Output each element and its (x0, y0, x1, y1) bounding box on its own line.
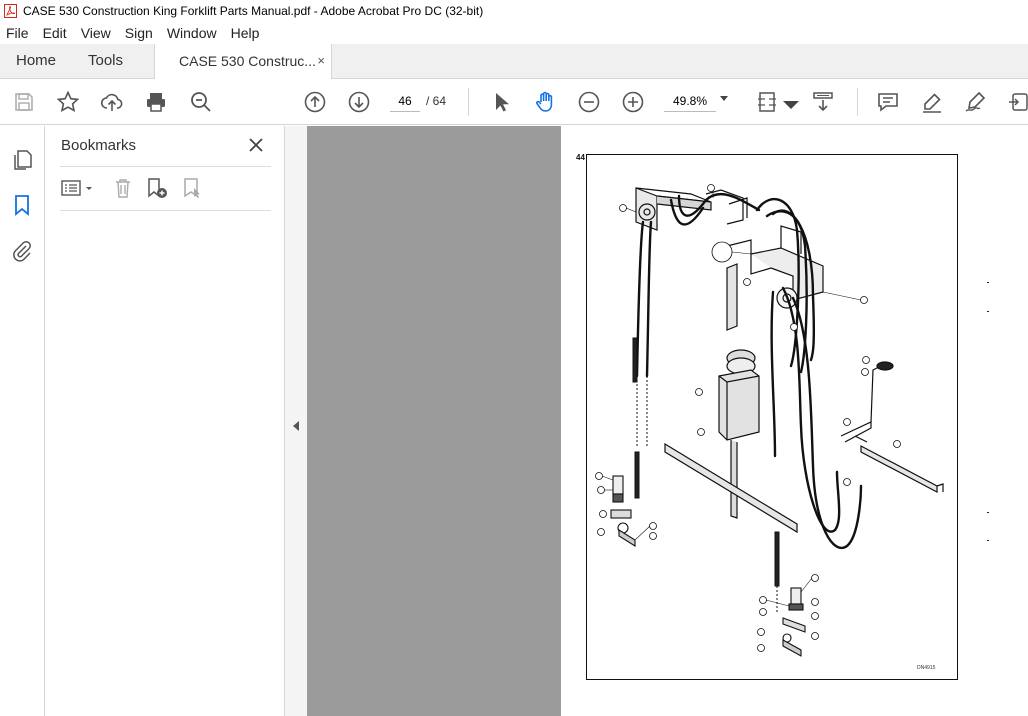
highlight-icon[interactable] (920, 90, 944, 114)
menu-help[interactable]: Help (224, 25, 267, 41)
new-bookmark-icon[interactable] (145, 176, 169, 200)
left-navigation-rail (0, 126, 45, 716)
tab-document[interactable]: CASE 530 Construc... × (154, 44, 332, 79)
tab-document-label: CASE 530 Construc... (179, 53, 316, 69)
menu-bar: File Edit View Sign Window Help (0, 22, 1028, 44)
title-bar: CASE 530 Construction King Forklift Part… (0, 0, 1028, 22)
zoom-out-icon[interactable] (577, 90, 601, 114)
comment-icon[interactable] (876, 90, 900, 114)
toolbar-divider (857, 88, 858, 116)
menu-edit[interactable]: Edit (36, 25, 74, 41)
bookmark-from-selection-icon[interactable] (181, 176, 205, 200)
page-up-icon[interactable] (303, 90, 327, 114)
upload-icon[interactable] (100, 90, 124, 114)
figure-code-label: DN4915 (917, 665, 936, 671)
tab-home[interactable]: Home (16, 44, 56, 78)
print-icon[interactable] (144, 90, 168, 114)
tab-tools[interactable]: Tools (88, 44, 123, 78)
collapse-arrow-icon[interactable] (293, 421, 299, 431)
bookmarks-panel-title: Bookmarks (61, 137, 137, 154)
page-down-icon[interactable] (347, 90, 371, 114)
bookmark-icon[interactable] (10, 193, 34, 217)
zoom-dropdown-chevron-icon[interactable] (720, 96, 728, 101)
bookmarks-panel: Bookmarks (45, 126, 285, 716)
page-total: / 64 (426, 94, 447, 108)
fit-page-chevron-down-icon[interactable] (779, 93, 799, 109)
scroll-mode-icon[interactable] (811, 90, 835, 114)
delete-bookmark-icon[interactable] (111, 176, 135, 200)
close-tab-icon[interactable]: × (317, 44, 325, 78)
menu-view[interactable]: View (74, 25, 118, 41)
toolbar-divider (468, 88, 469, 116)
search-zoom-icon[interactable] (189, 90, 213, 114)
zoom-in-icon[interactable] (621, 90, 645, 114)
menu-file[interactable]: File (0, 25, 36, 41)
forklift-mast-exploded-diagram (595, 184, 989, 657)
panel-collapse-strip[interactable] (285, 126, 307, 716)
menu-sign[interactable]: Sign (118, 25, 160, 41)
more-tools-icon[interactable] (1006, 90, 1028, 114)
star-icon[interactable] (56, 90, 80, 114)
menu-window[interactable]: Window (160, 25, 224, 41)
close-panel-icon[interactable] (247, 136, 265, 154)
acrobat-icon (4, 4, 17, 18)
panel-divider (60, 210, 271, 211)
fit-page-icon[interactable] (755, 90, 779, 114)
hand-icon[interactable] (533, 90, 557, 114)
save-icon[interactable] (12, 90, 36, 114)
sign-icon[interactable] (963, 90, 987, 114)
panel-divider (60, 166, 271, 167)
attachment-icon[interactable] (10, 239, 34, 263)
tab-bar: Home Tools CASE 530 Construc... × (0, 44, 1028, 79)
options-menu-icon[interactable] (60, 176, 94, 200)
current-page-input[interactable] (390, 90, 420, 112)
window-title: CASE 530 Construction King Forklift Part… (23, 4, 484, 18)
zoom-level-input[interactable] (664, 90, 716, 112)
select-cursor-icon[interactable] (489, 90, 513, 114)
document-page: 44 DN4915 (561, 126, 1028, 716)
document-viewport[interactable]: 44 DN4915 (307, 126, 1028, 716)
pages-icon[interactable] (10, 148, 34, 172)
